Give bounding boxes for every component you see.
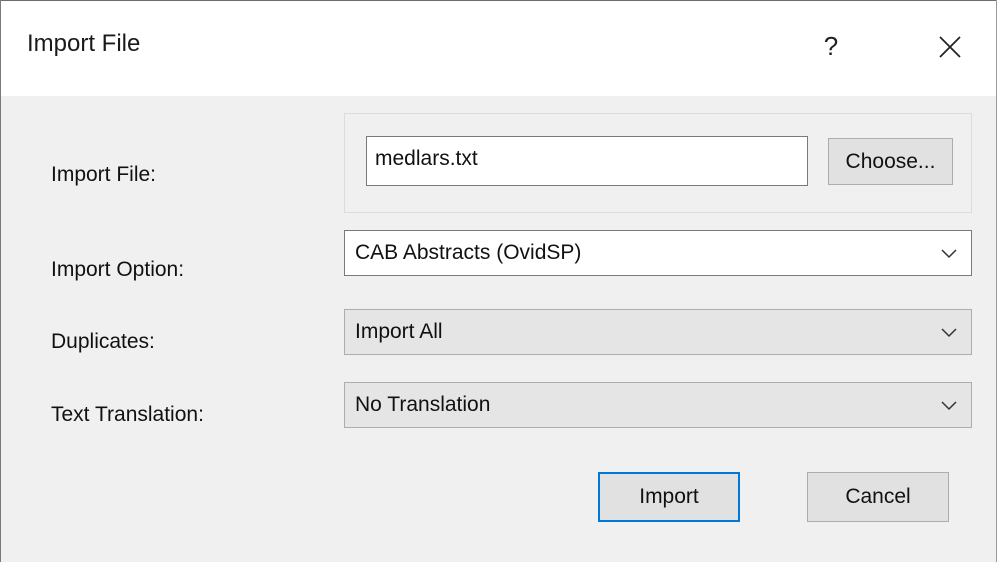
cancel-button[interactable]: Cancel: [807, 472, 949, 522]
choose-button[interactable]: Choose...: [828, 138, 953, 185]
chevron-down-icon: [941, 401, 957, 411]
import-file-label: Import File:: [51, 163, 157, 186]
chevron-down-icon: [941, 328, 957, 338]
duplicates-value: Import All: [355, 320, 443, 343]
title-bar[interactable]: Import File ?: [1, 0, 996, 96]
import-file-input[interactable]: medlars.txt: [366, 136, 808, 186]
close-button[interactable]: [923, 22, 975, 70]
file-picker-panel: medlars.txt Choose...: [344, 113, 972, 213]
import-option-select[interactable]: CAB Abstracts (OvidSP): [344, 230, 972, 276]
help-button[interactable]: ?: [811, 22, 851, 70]
text-translation-label: Text Translation:: [51, 403, 204, 426]
import-file-dialog: Import File ? Import File: medlars.txt C…: [0, 0, 997, 562]
top-border: [1, 0, 996, 1]
close-icon: [939, 36, 961, 58]
duplicates-label: Duplicates:: [51, 330, 155, 353]
text-translation-select[interactable]: No Translation: [344, 382, 972, 428]
duplicates-select[interactable]: Import All: [344, 309, 972, 355]
chevron-down-icon: [941, 249, 957, 259]
import-option-value: CAB Abstracts (OvidSP): [355, 241, 582, 264]
import-option-label: Import Option:: [51, 258, 185, 281]
dialog-title: Import File: [27, 30, 141, 57]
text-translation-value: No Translation: [355, 393, 491, 416]
import-button[interactable]: Import: [598, 472, 740, 522]
